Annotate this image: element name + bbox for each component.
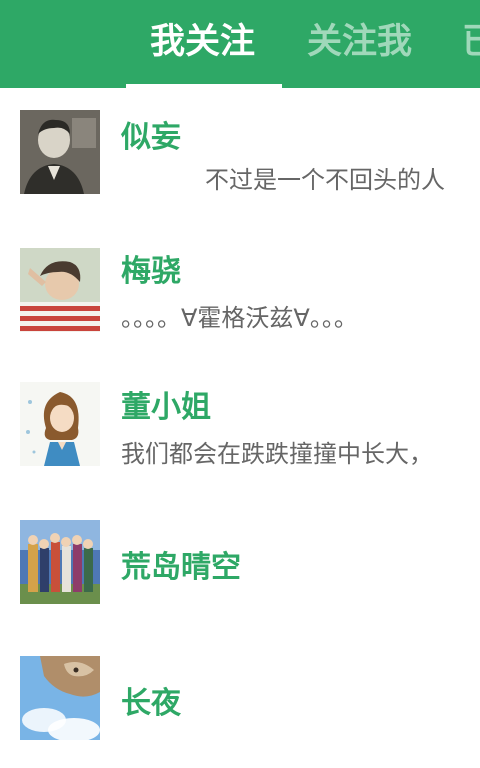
avatar: [20, 110, 100, 194]
contact-name: 荒岛晴空: [121, 550, 241, 585]
contact-name: 似妄: [121, 120, 181, 155]
tab-following[interactable]: 我关注: [150, 18, 255, 66]
avatar: [20, 656, 100, 740]
contact-item[interactable]: 荒岛晴空: [0, 496, 480, 632]
contact-signature: 我们都会在跌跌撞撞中长大，: [121, 440, 433, 468]
tab-partial-third[interactable]: 已: [462, 18, 480, 66]
contact-item[interactable]: 董小姐 我们都会在跌跌撞撞中长大，: [0, 360, 480, 496]
top-tab-bar: 我关注 关注我 已: [0, 0, 480, 88]
contact-name: 董小姐: [121, 390, 211, 425]
avatar: [20, 520, 100, 604]
contact-item[interactable]: 似妄 不过是一个不回头的人: [0, 88, 480, 224]
contact-signature: 。。。。∀霍格沃兹∀。。。: [121, 304, 358, 332]
contact-item[interactable]: 长夜: [0, 632, 480, 768]
contact-item[interactable]: 梅骁 。。。。∀霍格沃兹∀。。。: [0, 224, 480, 360]
tab-followers[interactable]: 关注我: [307, 18, 412, 66]
contact-name: 长夜: [121, 686, 181, 721]
avatar: [20, 382, 100, 466]
avatar: [20, 248, 100, 332]
contact-name: 梅骁: [121, 254, 181, 289]
contact-signature: 不过是一个不回头的人: [205, 166, 445, 194]
